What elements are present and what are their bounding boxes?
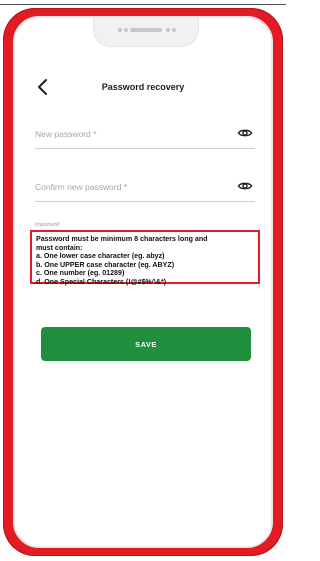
eye-icon[interactable] [237, 178, 253, 194]
important-label: Important! [35, 222, 60, 228]
requirement-line: b. One UPPER case character (eg. ABYZ) [36, 260, 175, 269]
notch-dot [124, 28, 128, 32]
new-password-input[interactable] [35, 126, 225, 142]
eye-icon[interactable] [237, 125, 253, 141]
confirm-password-input[interactable] [35, 179, 225, 195]
phone-notch [93, 18, 199, 47]
requirement-line: must contain: [36, 243, 83, 252]
requirement-line: d. One Special Characters (!@#$%^&*) [36, 277, 167, 286]
page-title: Password recovery [101, 82, 185, 92]
phone-screen: Password recovery Important! Password mu… [13, 16, 273, 548]
save-button[interactable]: SAVE [41, 327, 251, 361]
confirm-password-field [35, 175, 255, 202]
new-password-field [35, 122, 255, 149]
notch-dot [172, 28, 176, 32]
notch-dot [166, 28, 170, 32]
notch-speaker [130, 28, 162, 32]
notch-dot [118, 28, 122, 32]
requirement-line: c. One number (eg. 01289) [36, 269, 125, 278]
header: Password recovery [15, 76, 271, 100]
top-divider [0, 4, 286, 5]
phone-frame: Password recovery Important! Password mu… [3, 8, 283, 556]
requirement-line: a. One lower case character (eg. abyz) [36, 252, 165, 261]
password-requirements: Password must be minimum 8 characters lo… [30, 230, 260, 286]
requirement-line: Password must be minimum 8 characters lo… [36, 235, 208, 243]
